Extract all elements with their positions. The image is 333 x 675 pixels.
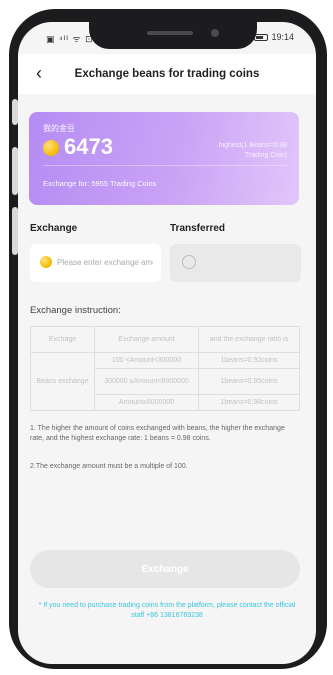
status-time: 19:14: [271, 32, 294, 42]
exchange-label: Exchange: [30, 223, 78, 234]
exchange-rate-table: Exchage Exchange amount and the exchange…: [30, 326, 300, 411]
table-header: Exchange amount: [94, 326, 199, 353]
balance-amount: 6473: [64, 134, 113, 159]
table-row: Beans exchange 100 <Amount<300000 1beans…: [30, 352, 300, 411]
page-header: ‹ Exchange beans for trading coins: [18, 54, 316, 94]
table-cell-ratio: 1beans=0.92coins: [198, 352, 300, 369]
rate-line-2: Trading Coin): [244, 152, 287, 159]
table-header: Exchage: [30, 326, 95, 353]
table-cell-ratio: 1beans=0.98coins: [198, 394, 300, 411]
table-header-row: Exchage Exchange amount and the exchange…: [30, 326, 300, 353]
balance-card: 我的金豆 6473 highest(1 Beans=0.98 Trading C…: [29, 112, 299, 205]
app-screen: ▣ ⁴ᴵᴵ ᯤ ⊡ 19:14 ‹ Exchange beans for tra…: [18, 22, 316, 664]
balance-label: 我的金豆: [43, 124, 75, 133]
exchange-input-placeholder: Please enter exchange amount: [57, 258, 153, 267]
trading-coin-icon: [182, 255, 196, 269]
bean-coin-icon: [40, 256, 52, 268]
front-camera: [211, 29, 219, 37]
contact-staff-note: * If you need to purchase trading coins …: [38, 602, 296, 619]
exchange-button[interactable]: Exchange: [30, 550, 300, 588]
page-title: Exchange beans for trading coins: [74, 68, 260, 80]
status-right: 19:14: [254, 32, 294, 42]
transferred-label: Transferred: [170, 223, 226, 234]
battery-icon: [254, 33, 269, 41]
exchange-for-text: Exchange for: 5955 Trading Coins: [43, 179, 157, 188]
card-divider: [43, 165, 287, 166]
table-cell-ratio: 1beans=0.95coins: [198, 368, 300, 395]
speaker-grille: [147, 31, 193, 35]
status-icons: ▣ ⁴ᴵᴵ ᯤ ⊡: [46, 34, 94, 44]
table-cell-amount: 300000 ≤Amount<8000000: [94, 368, 199, 395]
instruction-note-2: 2.The exchange amount must be a multiple…: [30, 463, 188, 470]
highest-rate-text: highest(1 Beans=0.98 Trading Coin): [219, 141, 287, 161]
exchange-amount-input[interactable]: Please enter exchange amount: [30, 244, 161, 282]
table-header: and the exchange ratio is: [198, 326, 300, 353]
instruction-note-1: 1. The higher the amount of coins exchan…: [30, 425, 285, 442]
phone-notch: [89, 17, 257, 49]
gold-bean-icon: [43, 140, 59, 156]
instruction-title: Exchange instruction:: [30, 305, 121, 316]
table-cell-amount: Amount≥8000000: [94, 394, 199, 411]
rate-line-1: highest(1 Beans=0.98: [218, 142, 287, 149]
transferred-amount-field: [170, 244, 301, 282]
table-cell-amount: 100 <Amount<300000: [94, 352, 199, 369]
table-row-group: Beans exchange: [30, 352, 95, 411]
